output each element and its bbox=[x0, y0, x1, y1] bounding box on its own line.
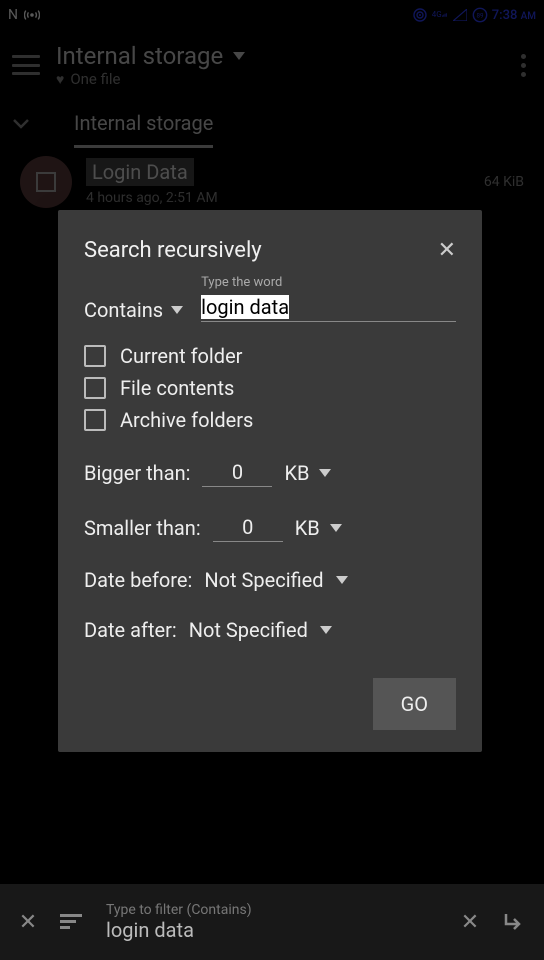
chevron-down-icon bbox=[319, 469, 331, 477]
filter-bar: ✕ Type to filter (Contains) login data ✕ bbox=[0, 884, 544, 960]
checkbox-archive-folders[interactable]: Archive folders bbox=[84, 408, 456, 432]
checkbox-label: File contents bbox=[120, 376, 234, 400]
chevron-down-icon bbox=[330, 524, 342, 532]
filter-list-icon[interactable] bbox=[60, 914, 88, 930]
bigger-unit-select[interactable]: KB bbox=[284, 461, 331, 485]
date-after-label: Date after: bbox=[84, 618, 177, 642]
close-icon[interactable]: ✕ bbox=[438, 238, 456, 263]
subdirectory-arrow-icon[interactable] bbox=[502, 912, 530, 932]
checkbox-current-folder[interactable]: Current folder bbox=[84, 344, 456, 368]
date-before-label: Date before: bbox=[84, 568, 192, 592]
filter-hint: Type to filter (Contains) bbox=[106, 902, 438, 918]
match-mode-select[interactable]: Contains bbox=[84, 298, 183, 322]
search-dialog: Search recursively ✕ Contains Type the w… bbox=[58, 210, 482, 752]
checkbox-icon bbox=[84, 377, 106, 399]
smaller-unit-select[interactable]: KB bbox=[295, 516, 342, 540]
checkbox-label: Current folder bbox=[120, 344, 242, 368]
chevron-down-icon bbox=[336, 576, 348, 584]
filter-value: login data bbox=[106, 918, 438, 942]
smaller-than-label: Smaller than: bbox=[84, 516, 201, 540]
checkbox-file-contents[interactable]: File contents bbox=[84, 376, 456, 400]
chevron-down-icon bbox=[171, 306, 183, 314]
search-input[interactable]: login data bbox=[201, 293, 456, 322]
go-button[interactable]: GO bbox=[373, 678, 456, 730]
checkbox-label: Archive folders bbox=[120, 408, 253, 432]
chevron-down-icon bbox=[320, 626, 332, 634]
smaller-than-input[interactable] bbox=[213, 513, 283, 542]
bigger-than-input[interactable] bbox=[202, 458, 272, 487]
close-icon[interactable]: ✕ bbox=[14, 910, 42, 935]
clear-icon[interactable]: ✕ bbox=[456, 910, 484, 935]
search-input-label: Type the word bbox=[201, 275, 282, 290]
bigger-than-label: Bigger than: bbox=[84, 461, 190, 485]
date-after-select[interactable]: Not Specified bbox=[189, 618, 332, 642]
dialog-title: Search recursively bbox=[84, 238, 262, 263]
date-before-select[interactable]: Not Specified bbox=[204, 568, 347, 592]
checkbox-icon bbox=[84, 409, 106, 431]
filter-input[interactable]: Type to filter (Contains) login data bbox=[106, 902, 438, 942]
match-mode-label: Contains bbox=[84, 298, 163, 322]
checkbox-icon bbox=[84, 345, 106, 367]
